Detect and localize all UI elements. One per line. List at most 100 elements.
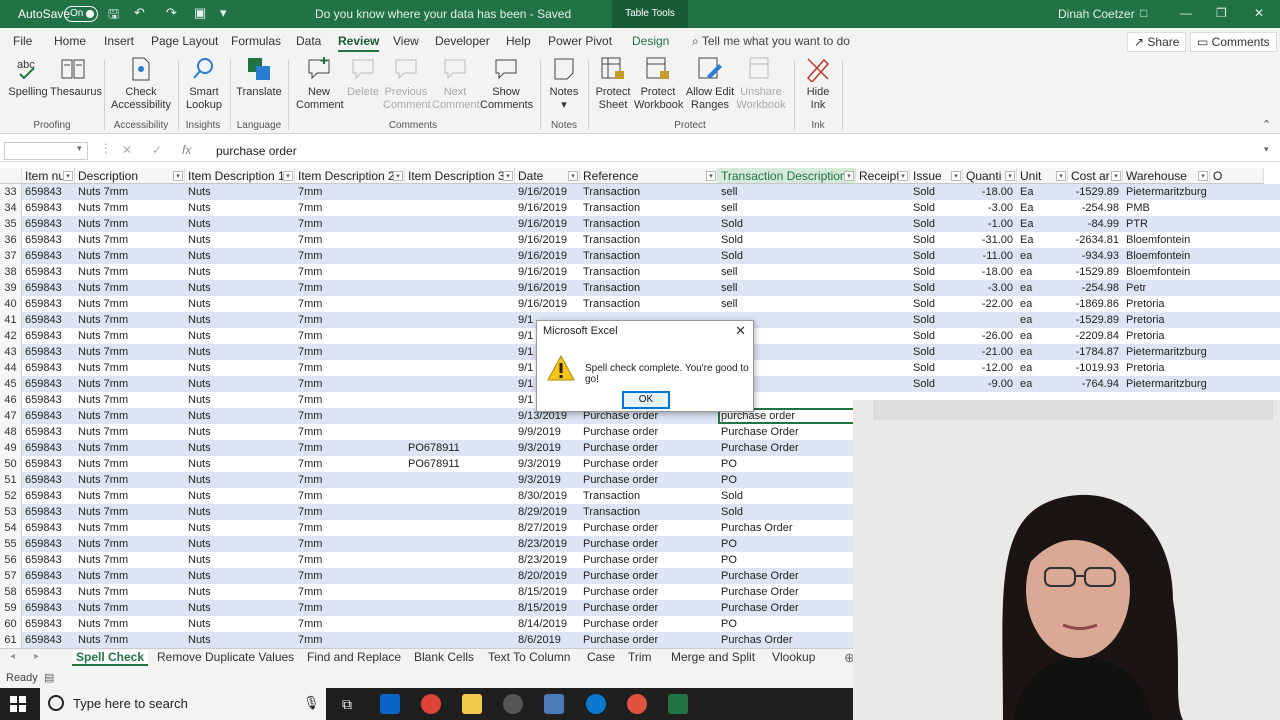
table-cell[interactable]: -26.00: [963, 328, 1017, 344]
table-cell[interactable]: Sold: [910, 312, 963, 328]
table-cell[interactable]: 659843: [22, 424, 75, 440]
table-cell[interactable]: [856, 328, 910, 344]
table-cell[interactable]: 7mm: [295, 632, 405, 648]
row-number[interactable]: 35: [0, 216, 22, 232]
table-cell[interactable]: 659843: [22, 184, 75, 200]
table-cell[interactable]: Nuts 7mm: [75, 200, 185, 216]
table-cell[interactable]: 659843: [22, 472, 75, 488]
table-cell[interactable]: Ea: [1017, 184, 1068, 200]
tab-home[interactable]: Home: [54, 34, 86, 48]
table-cell[interactable]: Ea: [1017, 200, 1068, 216]
table-cell[interactable]: [405, 632, 515, 648]
table-cell[interactable]: Nuts 7mm: [75, 488, 185, 504]
table-cell[interactable]: [856, 376, 910, 392]
row-number[interactable]: 33: [0, 184, 22, 200]
table-cell[interactable]: [405, 600, 515, 616]
table-cell[interactable]: PO: [718, 536, 856, 552]
close-icon[interactable]: ✕: [1254, 6, 1264, 20]
table-cell[interactable]: 659843: [22, 616, 75, 632]
table-cell[interactable]: sell: [718, 200, 856, 216]
table-cell[interactable]: -18.00: [963, 264, 1017, 280]
table-cell[interactable]: 659843: [22, 296, 75, 312]
next-comment-button[interactable]: Next Comment: [432, 56, 480, 112]
table-cell[interactable]: 8/6/2019: [515, 632, 580, 648]
table-cell[interactable]: [405, 200, 515, 216]
table-cell[interactable]: Nuts 7mm: [75, 616, 185, 632]
table-cell[interactable]: 7mm: [295, 504, 405, 520]
comments-button[interactable]: ▭ Comments: [1190, 32, 1277, 52]
table-cell[interactable]: -11.00: [963, 248, 1017, 264]
table-cell[interactable]: Purchase order: [580, 600, 718, 616]
column-header[interactable]: Item Description 1 ▾: [185, 168, 295, 184]
table-cell[interactable]: Ea: [1017, 216, 1068, 232]
table-cell[interactable]: sell: [718, 280, 856, 296]
check-accessibility-button[interactable]: Check Accessibility: [110, 56, 172, 112]
row-number[interactable]: 40: [0, 296, 22, 312]
table-cell[interactable]: Nuts: [185, 248, 295, 264]
table-cell[interactable]: [856, 360, 910, 376]
table-cell[interactable]: ea: [1017, 360, 1068, 376]
user-name[interactable]: Dinah Coetzer: [1058, 7, 1135, 21]
table-cell[interactable]: Nuts 7mm: [75, 600, 185, 616]
tab-help[interactable]: Help: [506, 34, 531, 48]
table-cell[interactable]: Sold: [910, 248, 963, 264]
table-cell[interactable]: 659843: [22, 456, 75, 472]
row-number[interactable]: 48: [0, 424, 22, 440]
row-number[interactable]: 36: [0, 232, 22, 248]
table-cell[interactable]: [405, 552, 515, 568]
table-cell[interactable]: Transaction: [580, 504, 718, 520]
column-header[interactable]: O: [1210, 168, 1264, 184]
table-cell[interactable]: Sold: [910, 344, 963, 360]
table-cell[interactable]: PO: [718, 472, 856, 488]
table-cell[interactable]: Purchase order: [580, 632, 718, 648]
filter-dropdown-icon[interactable]: ▾: [393, 171, 403, 181]
table-cell[interactable]: Sold: [910, 376, 963, 392]
table-cell[interactable]: Nuts 7mm: [75, 280, 185, 296]
table-cell[interactable]: Nuts: [185, 424, 295, 440]
table-cell[interactable]: 7mm: [295, 184, 405, 200]
column-header[interactable]: Item Description 3 ▾: [405, 168, 515, 184]
table-cell[interactable]: 7mm: [295, 456, 405, 472]
table-cell[interactable]: 659843: [22, 520, 75, 536]
insert-function-icon[interactable]: fx: [182, 143, 191, 157]
table-cell[interactable]: 9/16/2019: [515, 232, 580, 248]
table-cell[interactable]: 9/3/2019: [515, 472, 580, 488]
table-cell[interactable]: [856, 344, 910, 360]
filter-dropdown-icon[interactable]: ▾: [283, 171, 293, 181]
column-header[interactable]: Item nu ▾: [22, 168, 75, 184]
table-cell[interactable]: -22.00: [963, 296, 1017, 312]
notes-button[interactable]: Notes ▾: [544, 56, 584, 112]
table-cell[interactable]: -3.00: [963, 200, 1017, 216]
table-cell[interactable]: Nuts: [185, 184, 295, 200]
table-cell[interactable]: ea: [1017, 264, 1068, 280]
table-cell[interactable]: Nuts 7mm: [75, 504, 185, 520]
table-cell[interactable]: Sold: [910, 216, 963, 232]
table-cell[interactable]: Nuts 7mm: [75, 360, 185, 376]
table-cell[interactable]: Nuts 7mm: [75, 184, 185, 200]
table-cell[interactable]: Nuts: [185, 360, 295, 376]
table-cell[interactable]: Pretoria: [1123, 312, 1210, 328]
table-cell[interactable]: Nuts 7mm: [75, 552, 185, 568]
table-cell[interactable]: 7mm: [295, 520, 405, 536]
table-cell[interactable]: [405, 328, 515, 344]
table-cell[interactable]: [405, 488, 515, 504]
table-cell[interactable]: 7mm: [295, 344, 405, 360]
table-cell[interactable]: [405, 184, 515, 200]
formula-input[interactable]: purchase order: [216, 144, 297, 158]
table-cell[interactable]: Purchase order: [580, 520, 718, 536]
table-cell[interactable]: Pretoria: [1123, 360, 1210, 376]
table-cell[interactable]: 7mm: [295, 360, 405, 376]
table-cell[interactable]: 7mm: [295, 232, 405, 248]
dialog-close-icon[interactable]: ✕: [735, 323, 746, 339]
tab-insert[interactable]: Insert: [104, 34, 134, 48]
table-cell[interactable]: Purchas Order: [718, 632, 856, 648]
table-cell[interactable]: -254.98: [1068, 280, 1123, 296]
column-header[interactable]: Item Description 2 ▾: [295, 168, 405, 184]
table-cell[interactable]: Nuts: [185, 472, 295, 488]
table-cell[interactable]: Nuts: [185, 440, 295, 456]
row-number[interactable]: 58: [0, 584, 22, 600]
table-cell[interactable]: Nuts 7mm: [75, 632, 185, 648]
table-cell[interactable]: 8/15/2019: [515, 600, 580, 616]
table-cell[interactable]: Nuts 7mm: [75, 296, 185, 312]
new-comment-button[interactable]: New Comment: [296, 56, 344, 112]
